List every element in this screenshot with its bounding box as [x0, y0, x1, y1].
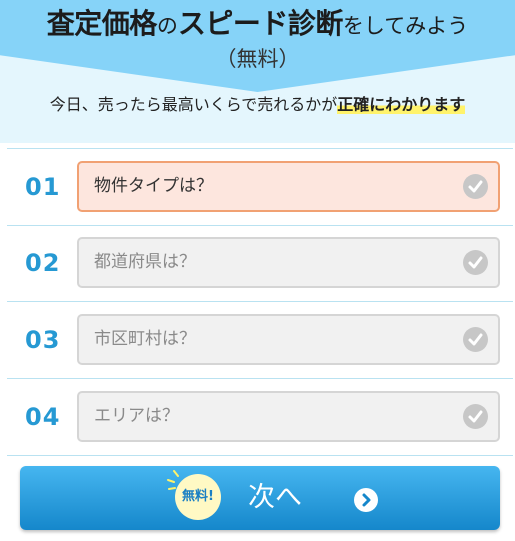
step-row-3: 03 市区町村は？	[7, 302, 513, 379]
next-button-label: 次へ	[248, 482, 302, 513]
title-part-3: スピード診断	[177, 7, 344, 40]
title-part-2: の	[156, 14, 178, 38]
header: 査定価格のスピード診断をしてみよう （無料） 今日、売ったら最高いくらで売れるか…	[0, 0, 515, 143]
step-row-4: 04 エリアは？	[7, 379, 513, 456]
step-number: 02	[25, 249, 61, 277]
field-placeholder: 市区町村は？	[94, 329, 196, 349]
step-number: 03	[25, 326, 61, 354]
step-number: 01	[25, 173, 61, 201]
check-circle-icon	[463, 404, 488, 429]
check-circle-icon	[463, 174, 488, 199]
field-placeholder: 物件タイプは？	[94, 176, 213, 196]
check-circle-icon	[463, 250, 488, 275]
title-part-1: 査定価格	[46, 7, 158, 40]
step-row-2: 02 都道府県は？	[7, 225, 513, 302]
free-badge: 無料!	[175, 474, 221, 520]
step-number: 04	[25, 403, 61, 431]
area-select[interactable]: エリアは？	[77, 391, 500, 442]
property-type-select[interactable]: 物件タイプは？	[77, 161, 500, 212]
subtitle: （無料）	[215, 47, 300, 71]
tagline-highlight: 正確にわかります	[337, 95, 466, 114]
page-title: 査定価格のスピード診断をしてみよう	[0, 4, 515, 48]
chevron-right-icon	[354, 488, 378, 512]
step-row-1: 01 物件タイプは？	[7, 148, 513, 226]
city-select[interactable]: 市区町村は？	[77, 314, 500, 365]
field-placeholder: エリアは？	[94, 406, 179, 426]
title-part-4: をしてみよう	[342, 14, 469, 38]
check-circle-icon	[463, 327, 488, 352]
prefecture-select[interactable]: 都道府県は？	[77, 237, 500, 288]
tagline-prefix: 今日、売ったら最高いくらで売れるかが	[49, 95, 338, 114]
field-placeholder: 都道府県は？	[94, 252, 196, 272]
next-button[interactable]: 無料! 次へ	[20, 466, 500, 530]
tagline: 今日、売ったら最高いくらで売れるかが正確にわかります	[0, 92, 515, 118]
